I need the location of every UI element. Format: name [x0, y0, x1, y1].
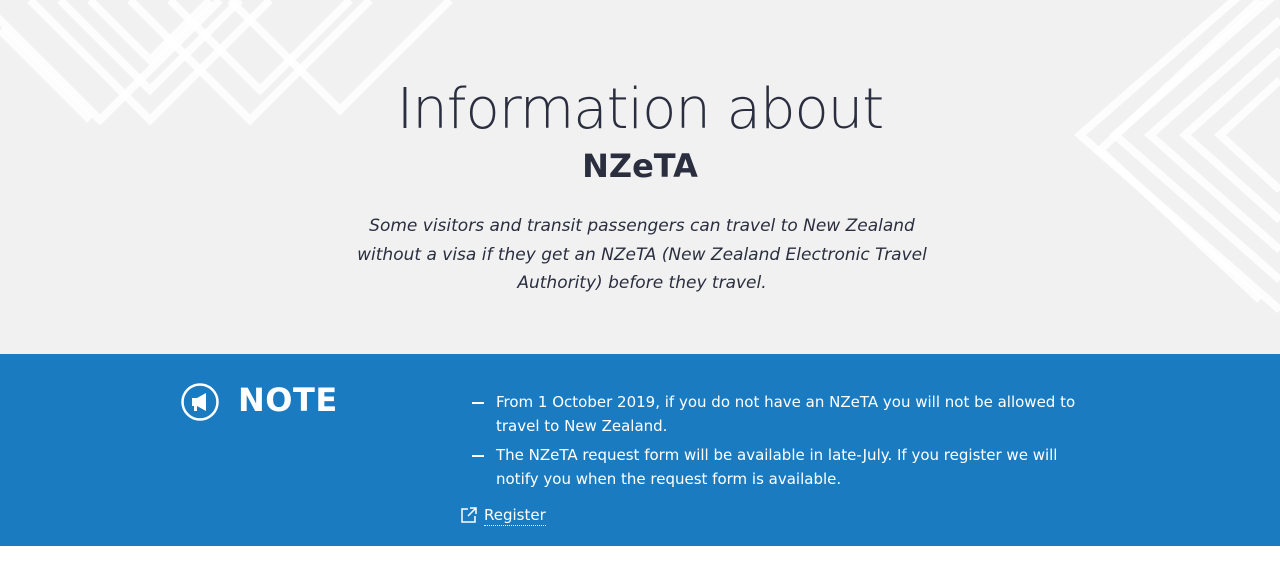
register-link[interactable]: Register: [460, 504, 546, 526]
register-link-label: Register: [484, 505, 546, 526]
hero-section: Information about NZeTA Some visitors an…: [0, 0, 1280, 354]
dash-bullet: [472, 455, 484, 457]
note-item-text: The NZeTA request form will be available…: [496, 446, 1058, 488]
hero-description: Some visitors and transit passengers can…: [357, 216, 927, 293]
note-heading: NOTE: [238, 381, 338, 419]
page-title: Information about: [396, 77, 885, 142]
external-link-icon: [461, 507, 477, 523]
note-item: The NZeTA request form will be available…: [472, 444, 1092, 491]
page-subtitle: NZeTA: [582, 147, 698, 185]
note-item-text: From 1 October 2019, if you do not have …: [496, 393, 1076, 435]
megaphone-icon: [181, 383, 219, 421]
dash-bullet: [472, 402, 484, 404]
note-list: From 1 October 2019, if you do not have …: [472, 391, 1092, 497]
note-item: From 1 October 2019, if you do not have …: [472, 391, 1092, 438]
